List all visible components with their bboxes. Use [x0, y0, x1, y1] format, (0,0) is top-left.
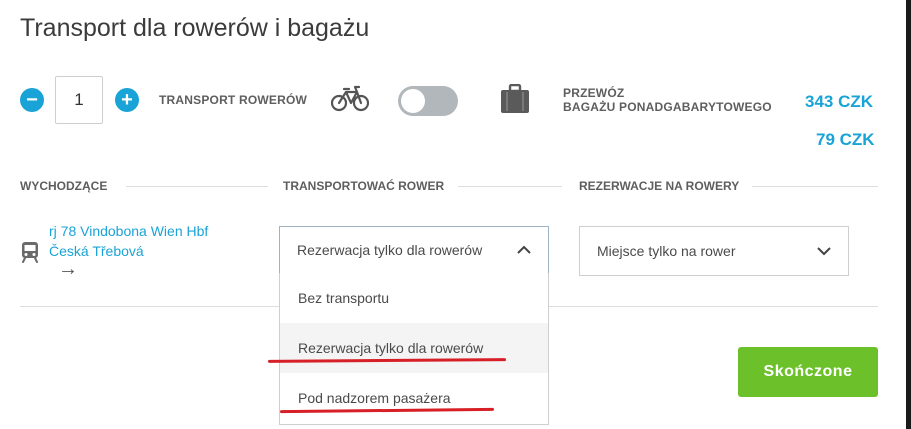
dropdown-option[interactable]: Rezerwacja tylko dla rowerów	[280, 323, 548, 373]
header-divider	[126, 186, 268, 187]
toggle-knob	[401, 89, 425, 113]
header-divider	[458, 186, 562, 187]
transport-select-value: Rezerwacja tylko dla rowerów	[297, 242, 483, 258]
train-icon	[22, 242, 38, 263]
bike-quantity-input[interactable]: 1	[55, 76, 103, 124]
suitcase-icon	[501, 84, 529, 113]
dialog-title: Transport dla rowerów i bagażu	[20, 14, 370, 42]
done-button[interactable]: Skończone	[738, 347, 878, 397]
reservation-select[interactable]: Miejsce tylko na rower	[579, 226, 849, 276]
transport-dropdown: Bez transportu Rezerwacja tylko dla rowe…	[279, 273, 549, 425]
dropdown-option[interactable]: Pod nadzorem pasażera	[280, 373, 548, 423]
chevron-up-icon	[517, 245, 531, 254]
minus-icon: −	[26, 89, 38, 111]
price-total: 343 CZK	[805, 92, 874, 111]
transport-header: TRANSPORTOWAĆ ROWER	[283, 179, 445, 193]
price-luggage: 79 CZK	[816, 130, 875, 149]
window-edge	[906, 0, 911, 429]
bicycle-icon	[331, 85, 369, 112]
arrow-right-icon: →	[58, 258, 78, 280]
bike-transport-label: TRANSPORT ROWERÓW	[159, 93, 308, 107]
station-link[interactable]: Česká Třebová	[49, 243, 144, 259]
decrease-button[interactable]: −	[20, 88, 44, 112]
bike-transport-toggle[interactable]	[398, 86, 458, 116]
outbound-header: WYCHODZĄCE	[20, 179, 108, 193]
reservation-header: REZERWACJE NA ROWERY	[579, 179, 740, 193]
plus-icon: +	[121, 89, 133, 111]
dropdown-option[interactable]: Bez transportu	[280, 273, 548, 323]
reservation-select-value: Miejsce tylko na rower	[597, 243, 736, 259]
train-name-link[interactable]: rj 78 Vindobona Wien Hbf	[49, 223, 208, 239]
increase-button[interactable]: +	[115, 88, 139, 112]
luggage-label-line2: BAGAŻU PONADGABARYTOWEGO	[563, 100, 772, 114]
chevron-down-icon	[817, 247, 831, 256]
header-divider	[752, 186, 878, 187]
bike-quantity-value: 1	[74, 90, 84, 109]
transport-select[interactable]: Rezerwacja tylko dla rowerów	[279, 226, 549, 274]
luggage-label-line1: PRZEWÓZ	[563, 86, 625, 100]
